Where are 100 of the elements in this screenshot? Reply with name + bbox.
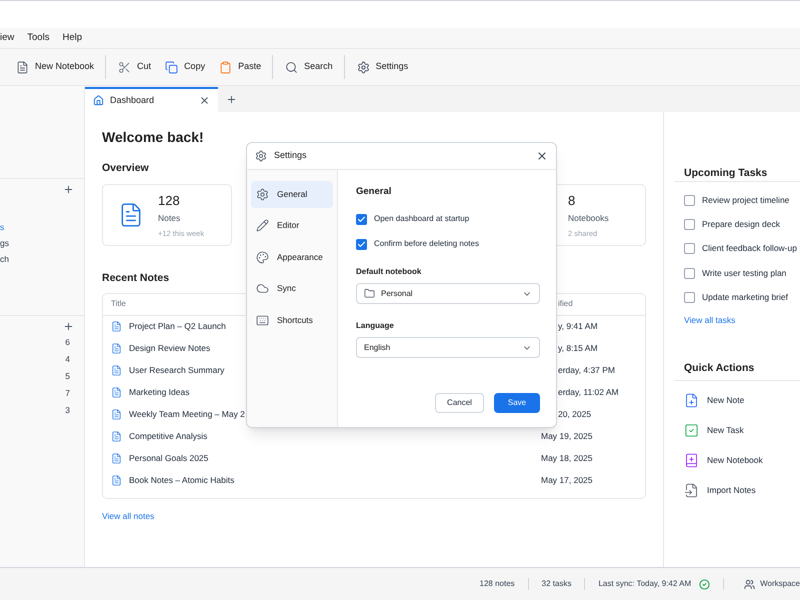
note-title[interactable]: Book Notes – Atomic Habits: [129, 474, 234, 487]
checkbox[interactable]: [684, 243, 695, 254]
save-button[interactable]: Save: [494, 393, 540, 413]
note-title[interactable]: Marketing Ideas: [129, 386, 190, 399]
quick-action[interactable]: Import Notes: [684, 475, 756, 506]
document-icon: [111, 321, 122, 332]
settings-icon: [356, 60, 370, 74]
file-import-icon: [684, 482, 699, 498]
search-icon: [285, 60, 298, 74]
menu-item[interactable]: Tools: [27, 30, 50, 46]
checkbox[interactable]: [356, 214, 367, 225]
toolbar-button[interactable]: Paste: [217, 55, 264, 79]
view-all-notes-link[interactable]: View all notes: [102, 510, 154, 522]
nav-item[interactable]: General: [251, 181, 333, 208]
notebook-icon: [16, 60, 29, 74]
cloud-icon: [256, 282, 269, 296]
task-label: Client feedback follow-up: [702, 242, 797, 256]
task-label: Write user testing plan: [702, 266, 786, 280]
toolbar-button[interactable]: Search: [283, 55, 335, 79]
nav-item[interactable]: Appearance: [251, 244, 333, 270]
dropdown[interactable]: Personal: [356, 283, 540, 304]
quick-action[interactable]: New Note: [684, 385, 744, 416]
view-all-tasks-link[interactable]: View all tasks: [684, 314, 736, 328]
task-label: Review project timeline: [702, 194, 790, 207]
cancel-button[interactable]: Cancel: [435, 393, 484, 413]
nav-item[interactable]: Editor: [251, 212, 333, 239]
new-tab-icon[interactable]: [226, 94, 237, 105]
note-title[interactable]: Personal Goals 2025: [129, 452, 208, 465]
palette-icon: [256, 250, 269, 264]
menu-item[interactable]: iew: [0, 30, 14, 46]
note-title[interactable]: Competitive Analysis: [129, 430, 208, 443]
note-title[interactable]: Design Review Notes: [129, 342, 210, 355]
task-label: Prepare design deck: [702, 218, 780, 231]
stat-value: 128: [158, 192, 181, 210]
toolbar-button[interactable]: Settings: [354, 55, 410, 79]
copy-icon: [165, 60, 178, 74]
toolbar-button[interactable]: New Notebook: [14, 55, 96, 79]
users-icon: [744, 578, 756, 590]
sidebar-item[interactable]: ch: [0, 253, 84, 265]
add-icon[interactable]: [63, 320, 74, 332]
item-count: 6: [65, 336, 71, 348]
field-label: Language: [356, 320, 394, 332]
item-count: 7: [65, 387, 71, 399]
section-title: Quick Actions: [684, 361, 754, 376]
status-text: 128 notes: [480, 578, 515, 590]
task-label: Update marketing brief: [702, 290, 788, 304]
stat-label: Notes: [158, 212, 182, 225]
home-icon: [93, 95, 104, 106]
toolbar-button[interactable]: Copy: [163, 55, 208, 79]
nav-item[interactable]: Shortcuts: [251, 307, 333, 334]
section-title: Recent Notes: [102, 270, 170, 286]
item-count: 3: [65, 404, 71, 416]
notebook-plus-icon: [684, 452, 699, 468]
option-label: Open dashboard at startup: [374, 213, 470, 226]
settings-icon: [255, 150, 267, 162]
section-title: Overview: [102, 161, 149, 176]
add-icon[interactable]: [63, 184, 74, 194]
field-label: Default notebook: [356, 266, 422, 278]
option-label: Confirm before deleting notes: [374, 238, 479, 250]
item-count: 5: [65, 370, 71, 382]
status-text: 32 tasks: [542, 578, 572, 590]
close-icon[interactable]: [536, 150, 548, 162]
pencil-icon: [256, 219, 269, 232]
note-title[interactable]: Weekly Team Meeting – May 2: [129, 408, 245, 421]
menu-item[interactable]: Help: [62, 30, 82, 46]
checkbox[interactable]: [684, 292, 695, 303]
settings-icon: [256, 188, 269, 201]
section-heading: General: [356, 185, 392, 199]
sidebar-item[interactable]: s: [0, 221, 84, 233]
file-plus-icon: [684, 392, 699, 408]
modified-date: May 17, 2025: [541, 474, 593, 487]
document-icon: [111, 387, 122, 398]
dropdown[interactable]: English: [356, 337, 540, 358]
document-icon: [111, 343, 122, 354]
quick-action[interactable]: New Task: [684, 415, 744, 446]
sidebar-item[interactable]: gs: [0, 237, 84, 249]
note-title[interactable]: User Research Summary: [129, 364, 224, 377]
checkbox[interactable]: [684, 268, 695, 279]
document-icon: [111, 453, 122, 464]
modified-date: erday, 11:02 AM: [557, 386, 619, 399]
modified-date: 20, 2025: [557, 408, 592, 421]
section-title: Upcoming Tasks: [684, 166, 768, 180]
modified-date: erday, 4:37 PM: [557, 364, 616, 377]
toolbar-button[interactable]: Cut: [116, 55, 154, 79]
nav-item[interactable]: Sync: [251, 276, 333, 302]
quick-action[interactable]: New Notebook: [684, 445, 763, 476]
stat-value: 8: [568, 192, 576, 210]
check-circle-icon: [699, 578, 710, 590]
status-text: Workspace: [760, 578, 800, 590]
folder-icon: [364, 288, 375, 300]
checkbox[interactable]: [356, 238, 367, 250]
status-text: Last sync: Today, 9:42 AM: [598, 578, 692, 590]
checkbox[interactable]: [684, 194, 695, 206]
modified-date: y, 8:15 AM: [557, 342, 598, 355]
checkbox[interactable]: [684, 218, 695, 230]
document-icon: [111, 431, 122, 442]
note-title[interactable]: Project Plan – Q2 Launch: [129, 320, 226, 333]
modified-date: May 18, 2025: [541, 452, 593, 465]
tab[interactable]: Dashboard: [85, 87, 218, 112]
close-icon[interactable]: [199, 95, 210, 106]
